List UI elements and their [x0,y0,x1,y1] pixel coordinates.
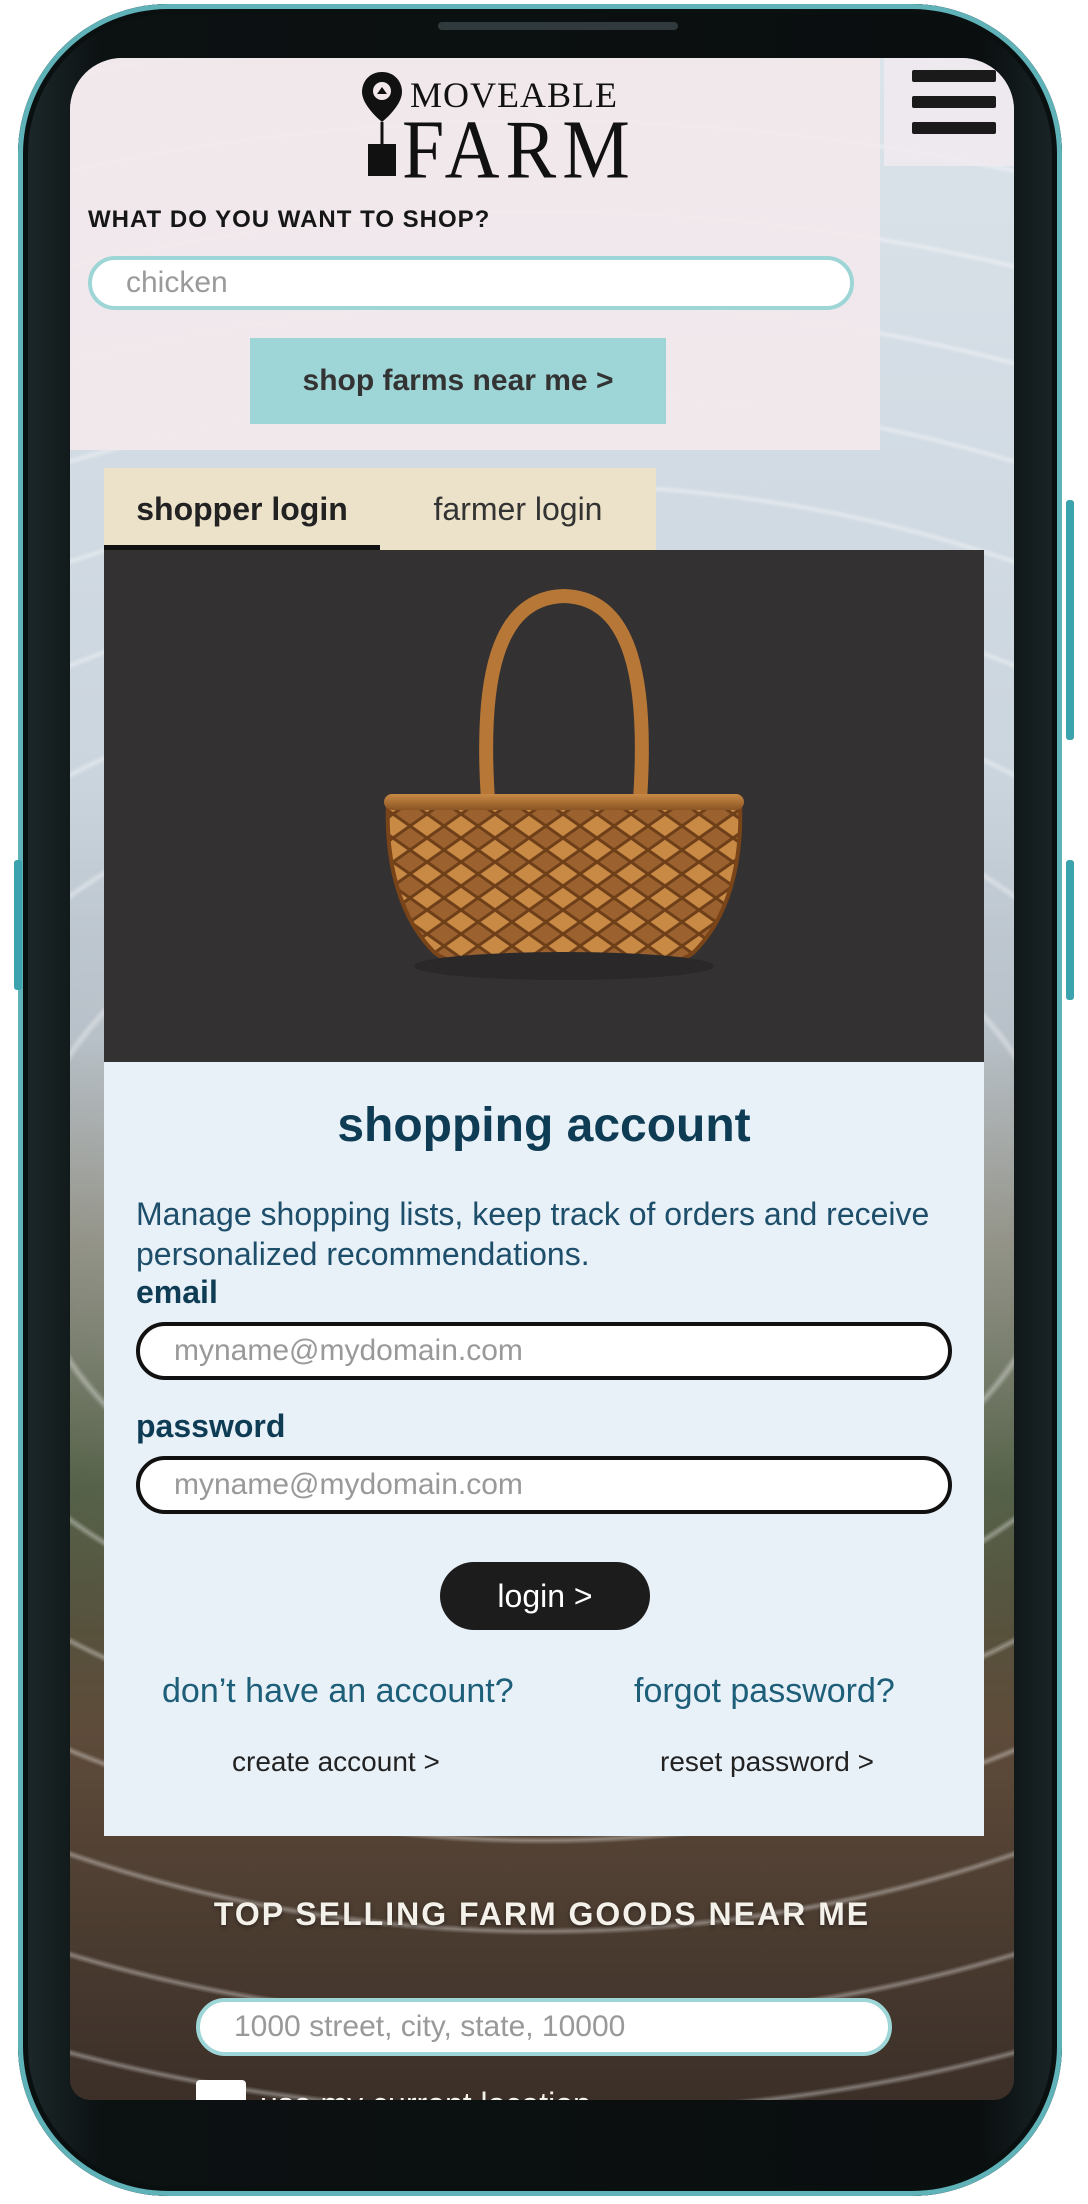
menu-bar [912,122,996,134]
shopping-account-card: shopping account Manage shopping lists, … [104,1062,984,1836]
password-field[interactable]: myname@mydomain.com [136,1456,952,1514]
page-title: shopping account [337,1099,751,1152]
login-button[interactable]: login > [440,1562,650,1630]
logo[interactable]: MOVEABLE FARM [360,70,630,194]
side-button-right-lower [1066,860,1074,1000]
account-description: Manage shopping lists, keep track of ord… [136,1196,930,1272]
reset-password-link[interactable]: reset password > [660,1746,874,1778]
side-button-right-upper [1066,500,1074,740]
forgot-password-text: forgot password? [634,1672,895,1710]
location-label: use my current location [260,2086,591,2100]
hamburger-menu-icon[interactable] [912,70,996,144]
password-label: password [136,1408,286,1444]
login-tabs: shopper login farmer login [104,468,656,550]
search-input[interactable]: chicken [88,256,854,310]
address-input[interactable]: 1000 street, city, state, 10000 [196,1998,892,2056]
app-screen: MOVEABLE FARM WHAT DO YOU WANT TO SHOP? … [70,58,1014,2100]
shop-question-label: WHAT DO YOU WANT TO SHOP? [88,206,491,233]
logo-text-bottom: FARM [402,103,636,197]
basket-icon [384,588,744,980]
side-button-left [14,860,22,990]
top-selling-heading: TOP SELLING FARM GOODS NEAR ME [213,1896,871,1932]
location-pin-icon [362,72,402,176]
no-account-text: don’t have an account? [162,1672,514,1710]
menu-bar [912,70,996,82]
speaker-grille [438,22,678,30]
tab-farmer-login[interactable]: farmer login [380,468,656,550]
menu-bar [912,96,996,108]
basket-image [104,550,984,1062]
tab-shopper-login[interactable]: shopper login [104,468,380,550]
email-field[interactable]: myname@mydomain.com [136,1322,952,1380]
email-label: email [136,1274,218,1310]
create-account-link[interactable]: create account > [232,1746,440,1778]
shop-farms-button[interactable]: shop farms near me > [250,338,666,424]
location-checkbox[interactable] [196,2080,246,2100]
